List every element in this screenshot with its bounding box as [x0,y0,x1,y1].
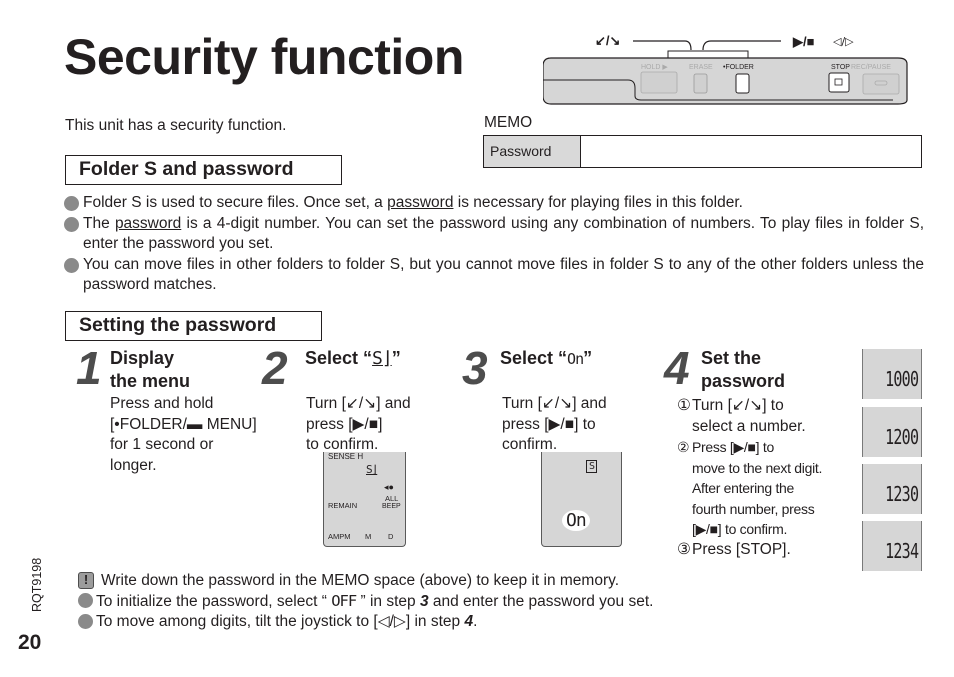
step-4-title: Set the password [701,348,786,391]
password-link[interactable]: password [115,215,181,232]
note-item: To move among digits, tilt the joystick … [78,612,938,632]
folder-s-icon: S⌋ [366,463,378,476]
step-1-number: 1 [76,342,102,394]
step-4-number: 4 [664,342,690,394]
rec-pause-label: REC/PAUSE [851,64,891,71]
bullet-item: The password is a 4-digit number. You ca… [64,214,924,255]
folder-s-icon: S [586,460,598,473]
off-glyph-icon: OFF [331,592,357,610]
bullet-item: Folder S is used to secure files. Once s… [64,193,924,214]
bullet-dot-icon [64,257,79,273]
folder-s-glyph-icon: S⌋ [372,348,393,369]
document-code: RQT9198 [30,557,44,612]
page-number: 20 [18,631,42,654]
bullet-item: You can move files in other folders to f… [64,255,924,296]
erase-button[interactable] [693,73,708,94]
caution-note: ! Write down the password in the MEMO sp… [78,571,938,591]
intro-text: This unit has a security function. [65,117,287,134]
folder-s-bullets: Folder S is used to secure files. Once s… [64,193,924,296]
step-3-title: Select “On” [500,348,593,368]
hold-label: HOLD ▶ [641,64,668,71]
notes: ! Write down the password in the MEMO sp… [78,571,938,632]
substep-1: ① Turn [↙/↘] to select a number. [677,397,806,435]
note-item: To initialize the password, select “ OFF… [78,591,938,612]
caution-icon: ! [78,572,94,589]
bullet-dot-icon [78,614,93,629]
section-heading-setting-password: Setting the password [65,311,322,341]
on-value-display: On [562,510,590,531]
on-glyph-icon: On [567,350,584,368]
joystick-label: ↙/↘ [595,34,620,48]
substep-3: ③ Press [STOP]. [677,540,791,558]
step-3-number: 3 [462,342,488,394]
step-1-title: Display the menu [110,348,191,391]
rec-pause-button[interactable] [862,73,900,95]
stop-button[interactable] [828,72,850,93]
device-illustration: ↙/↘ ▶/■ ◁/▷ HOLD ▶ ERASE •FOLDER STOP RE… [543,34,908,105]
step-2-title: Select “S⌋” [305,348,401,369]
password-display-1: 1000 [862,349,922,399]
bullet-dot-icon [78,593,93,608]
play-stop-label: ▶/■ [792,34,815,49]
substep-2: ② Press [▶/■] to move to the next digit.… [677,439,823,537]
folder-button[interactable] [735,73,750,94]
memo-password-key: Password [484,136,581,167]
password-link[interactable]: password [387,194,453,211]
bullet-dot-icon [64,216,79,232]
password-display-4: 1234 [862,521,922,571]
left-right-label: ◁/▷ [833,35,854,48]
step-2-number: 2 [262,342,288,394]
step-4-body: ① Turn [↙/↘] to select a number. ② Press… [677,396,842,560]
beep-icon: ◂● [384,482,394,492]
memo-label: MEMO [484,114,533,131]
section-heading-folder-s: Folder S and password [65,155,342,185]
page-title: Security function [64,29,464,85]
folder-label: •FOLDER [723,64,754,71]
stop-label: STOP [831,64,850,71]
step-3-body: Turn [↙/↘] and press [▶/■] to confirm. [502,395,607,453]
hold-switch[interactable] [640,71,678,94]
bullet-dot-icon [64,196,79,211]
password-display-2: 1200 [862,407,922,457]
step-2-body: Turn [↙/↘] and press [▶/■] to confirm. [306,395,411,453]
step-2-lcd-display: SENSE H S⌋ ◂● REMAIN ALL BEEP AMPM M D [323,452,406,547]
step-3-lcd-display: S On [541,452,622,547]
erase-label: ERASE [689,64,713,71]
memo-password-field[interactable] [581,136,921,167]
password-display-3: 1230 [862,464,922,514]
step-1-body: Press and hold [•FOLDER/▬ MENU] for 1 se… [110,395,257,474]
memo-table: Password [483,135,922,168]
